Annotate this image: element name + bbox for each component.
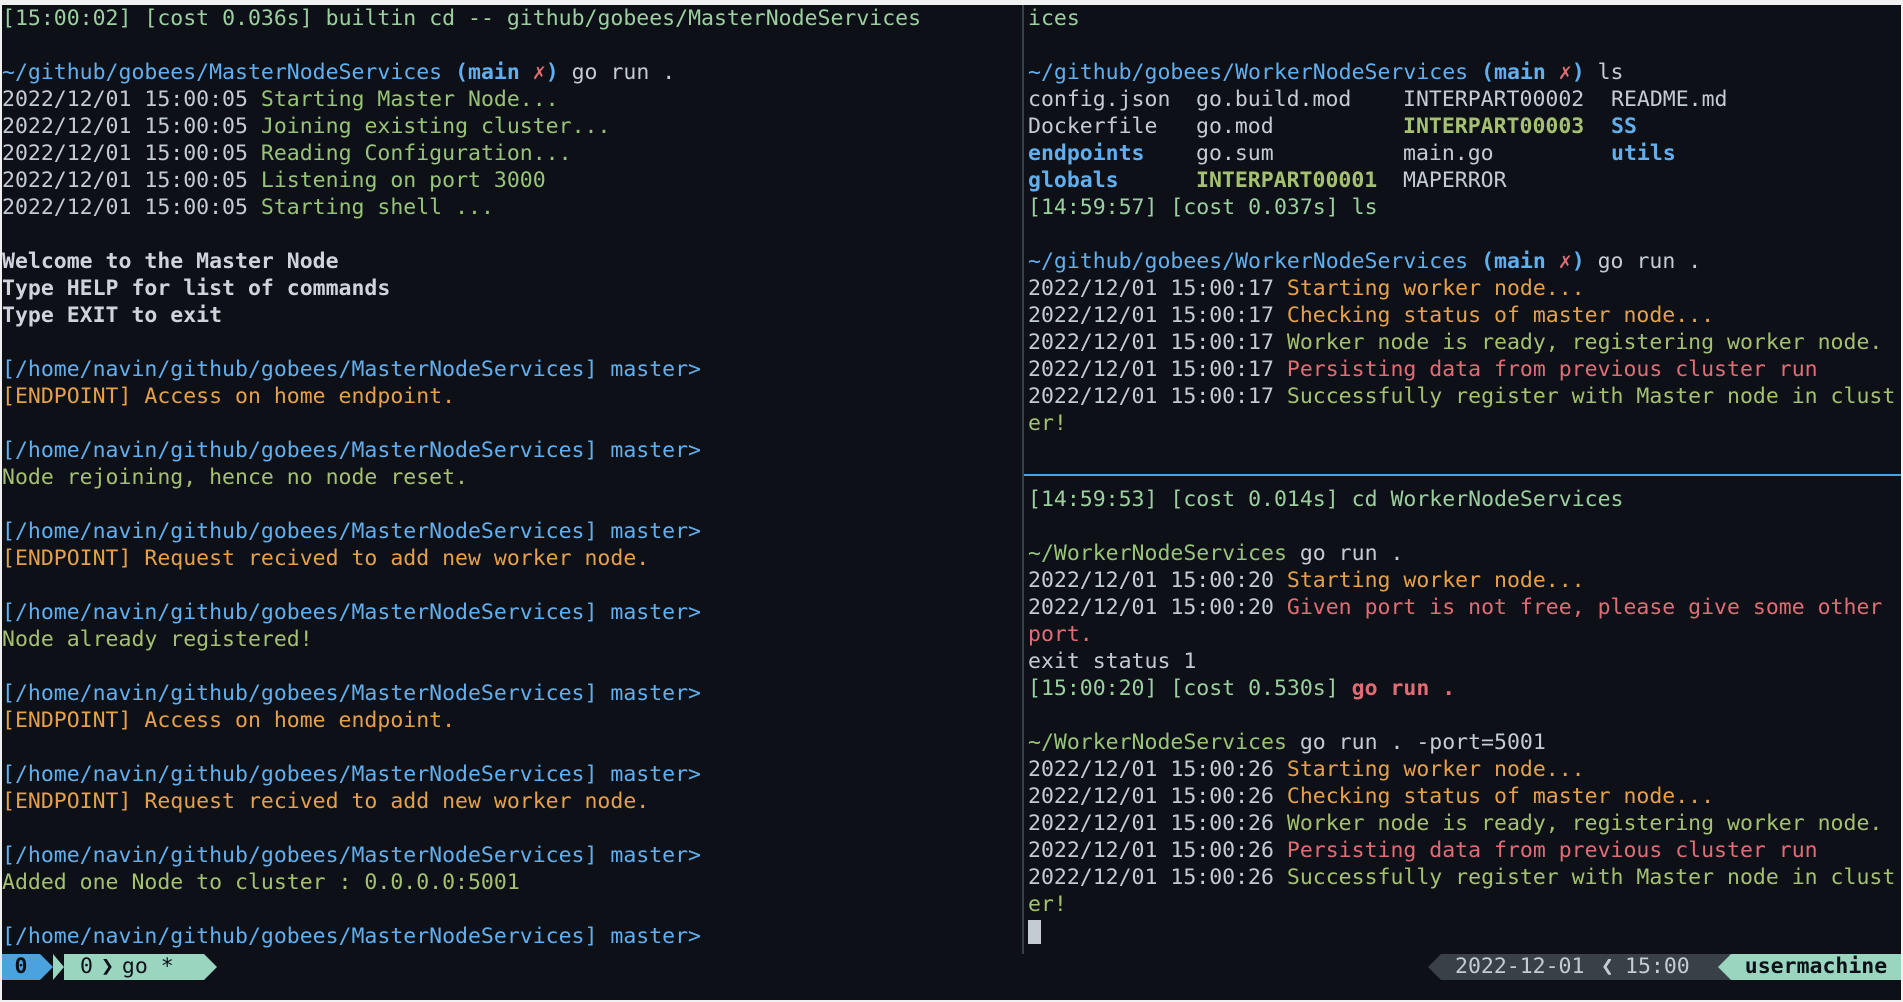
status-date: 2022-12-01 <box>1441 954 1601 980</box>
output-line: Added one Node to cluster : 0.0.0.0:5001 <box>2 870 520 895</box>
log-line: 2022/12/01 15:00:05 Listening on port 30… <box>2 168 546 193</box>
overflow-line: ices <box>1028 6 1080 31</box>
master-prompt-line: [/home/navin/github/gobees/MasterNodeSer… <box>2 357 701 382</box>
cmd-footer-line: [14:59:57] [cost 0.037s] ls <box>1028 195 1378 220</box>
log-line: 2022/12/01 15:00:26 Persisting data from… <box>1028 838 1818 863</box>
log-line: 2022/12/01 15:00:05 Starting Master Node… <box>2 87 559 112</box>
log-line: 2022/12/01 15:00:26 Starting worker node… <box>1028 757 1585 782</box>
log-line: 2022/12/01 15:00:17 Persisting data from… <box>1028 357 1818 382</box>
pane-divider-horizontal[interactable] <box>1024 474 1901 476</box>
exit-status-line: exit status 1 <box>1028 649 1197 674</box>
log-line: 2022/12/01 15:00:05 Reading Configuratio… <box>2 141 572 166</box>
welcome-line: Welcome to the Master Node <box>2 249 339 274</box>
master-prompt-line: [/home/navin/github/gobees/MasterNodeSer… <box>2 600 701 625</box>
master-prompt-line: [/home/navin/github/gobees/MasterNodeSer… <box>2 438 701 463</box>
terminal-window: [15:00:02] [cost 0.036s] builtin cd -- g… <box>2 5 1901 1000</box>
ls-row: Dockerfile go.mod INTERPART00003 SS <box>1028 114 1637 139</box>
ls-row: config.json go.build.mod INTERPART00002 REA… <box>1028 87 1728 112</box>
log-line: 2022/12/01 15:00:05 Joining existing clu… <box>2 114 611 139</box>
output-line: [ENDPOINT] Request recived to add new wo… <box>2 546 650 571</box>
powerline-separator-icon: ❯ <box>100 954 114 979</box>
log-line: 2022/12/01 15:00:26 Worker node is ready… <box>1028 811 1883 836</box>
log-line: 2022/12/01 15:00:20 Starting worker node… <box>1028 568 1585 593</box>
pane-divider-vertical[interactable] <box>1022 5 1024 954</box>
powerline-arrow-icon <box>40 954 53 980</box>
tmux-status-bar: 0 0 ❯ go * 2022-12-01 ❮ 15:00 usermachine <box>2 954 1901 980</box>
welcome-line: Type EXIT to exit <box>2 303 223 328</box>
window-name: go * <box>121 954 174 979</box>
log-line: 2022/12/01 15:00:17 Checking status of m… <box>1028 303 1715 328</box>
window-tab-active[interactable]: 0 ❯ go * <box>64 954 204 980</box>
status-hostname: usermachine <box>1731 954 1901 980</box>
master-prompt-line: [/home/navin/github/gobees/MasterNodeSer… <box>2 843 701 868</box>
cursor-line[interactable] <box>1028 918 1901 945</box>
powerline-separator-icon: ❮ <box>1601 954 1614 980</box>
log-line: 2022/12/01 15:00:26 Successfully registe… <box>1028 865 1896 890</box>
output-line: [ENDPOINT] Access on home endpoint. <box>2 708 456 733</box>
cmd-header-line: [14:59:53] [cost 0.014s] cd WorkerNodeSe… <box>1028 487 1624 512</box>
output-line: Node already registered! <box>2 627 313 652</box>
cmd-footer-line: [15:00:20] [cost 0.530s] go run . <box>1028 676 1456 701</box>
log-wrap-line: port. <box>1028 622 1093 647</box>
output-line: [ENDPOINT] Access on home endpoint. <box>2 384 456 409</box>
powerline-arrow-left-icon <box>1428 954 1441 980</box>
left-pane-master-node[interactable]: [15:00:02] [cost 0.036s] builtin cd -- g… <box>2 5 1022 954</box>
powerline-arrow-icon <box>53 954 64 980</box>
shell-prompt-line: ~/WorkerNodeServices go run . <box>1028 541 1404 566</box>
log-line: 2022/12/01 15:00:17 Starting worker node… <box>1028 276 1585 301</box>
shell-prompt-line: ~/github/gobees/WorkerNodeServices (main… <box>1028 60 1624 85</box>
log-line: 2022/12/01 15:00:20 Given port is not fr… <box>1028 595 1883 620</box>
terminal-cursor <box>1028 920 1041 944</box>
log-line: 2022/12/01 15:00:17 Successfully registe… <box>1028 384 1896 409</box>
output-line: Node rejoining, hence no node reset. <box>2 465 468 490</box>
master-prompt-line: [/home/navin/github/gobees/MasterNodeSer… <box>2 762 701 787</box>
shell-prompt-line: ~/WorkerNodeServices go run . -port=5001 <box>1028 730 1546 755</box>
terminal-bottom-margin <box>2 980 1901 1000</box>
master-prompt-line: [/home/navin/github/gobees/MasterNodeSer… <box>2 519 701 544</box>
shell-prompt-line: ~/github/gobees/MasterNodeServices (main… <box>2 60 676 85</box>
session-indicator[interactable]: 0 <box>2 954 40 980</box>
cmd-header-line: [15:00:02] [cost 0.036s] builtin cd -- g… <box>2 6 922 31</box>
ls-row: globals INTERPART00001 MAPERROR <box>1028 168 1507 193</box>
output-line: [ENDPOINT] Request recived to add new wo… <box>2 789 650 814</box>
log-wrap-line: er! <box>1028 411 1067 436</box>
log-wrap-line: er! <box>1028 892 1067 917</box>
ls-row: endpoints go.sum main.go utils <box>1028 141 1676 166</box>
log-line: 2022/12/01 15:00:26 Checking status of m… <box>1028 784 1715 809</box>
powerline-arrow-left-icon <box>1718 954 1731 980</box>
log-line: 2022/12/01 15:00:17 Worker node is ready… <box>1028 330 1883 355</box>
log-line: 2022/12/01 15:00:05 Starting shell ... <box>2 195 494 220</box>
status-time: 15:00 <box>1611 954 1731 980</box>
shell-prompt-line: ~/github/gobees/WorkerNodeServices (main… <box>1028 249 1702 274</box>
right-top-pane-worker[interactable]: ices ~/github/gobees/WorkerNodeServices … <box>1028 5 1901 472</box>
master-prompt-line: [/home/navin/github/gobees/MasterNodeSer… <box>2 681 701 706</box>
master-prompt-line-active[interactable]: [/home/navin/github/gobees/MasterNodeSer… <box>2 923 1022 950</box>
window-index: 0 <box>80 954 93 979</box>
welcome-line: Type HELP for list of commands <box>2 276 391 301</box>
powerline-arrow-icon <box>204 954 217 980</box>
right-bottom-pane-worker[interactable]: [14:59:53] [cost 0.014s] cd WorkerNodeSe… <box>1028 478 1901 954</box>
